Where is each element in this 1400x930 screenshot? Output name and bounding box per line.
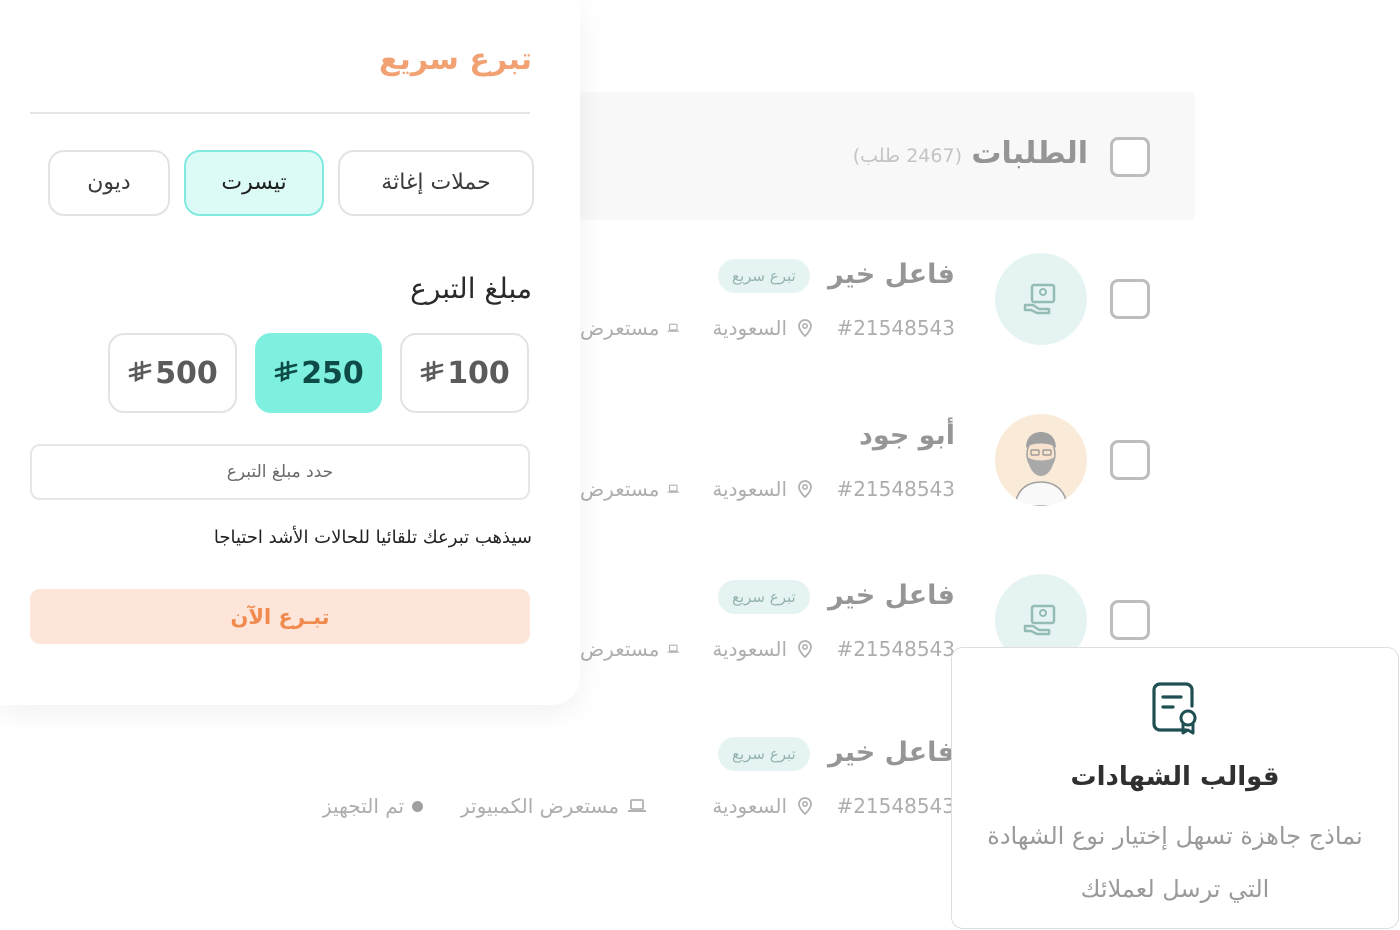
device-text: مستعرض xyxy=(580,477,660,501)
certificate-icon xyxy=(1152,682,1197,735)
request-id: #21548543 xyxy=(836,316,955,340)
device-text: مستعرض xyxy=(580,637,660,661)
request-location: السعودية xyxy=(712,313,815,343)
person-avatar xyxy=(995,414,1087,506)
category-debts[interactable]: ديون xyxy=(48,150,170,216)
certificate-templates-title: قوالب الشهادات xyxy=(1070,762,1280,792)
request-id: #21548543 xyxy=(836,637,955,661)
category-relief-campaigns[interactable]: حملات إغاثة xyxy=(338,150,534,216)
amount-500-button[interactable]: 500 xyxy=(108,333,237,413)
device-text: مستعرض الكمبيوتر xyxy=(460,794,620,818)
device-text: مستعرض xyxy=(580,316,660,340)
location-pin-icon xyxy=(798,797,812,816)
request-status: تم التجهيز xyxy=(322,791,424,821)
donate-now-button[interactable]: تبـرع الآن xyxy=(30,589,530,644)
location-text: السعودية xyxy=(712,794,787,818)
status-dot xyxy=(412,800,424,812)
request-location: السعودية xyxy=(712,634,815,664)
certificate-templates-card[interactable]: قوالب الشهادات نماذج جاهزة تسهل إختيار ن… xyxy=(951,647,1399,929)
location-text: السعودية xyxy=(712,637,787,661)
laptop-icon xyxy=(628,799,647,812)
certificate-templates-description: نماذج جاهزة تسهل إختيار نوع الشهادة التي… xyxy=(987,822,1363,903)
location-pin-icon xyxy=(798,480,812,499)
requests-title: الطلبات xyxy=(971,136,1088,171)
request-device: مستعرض xyxy=(580,313,680,343)
request-location: السعودية xyxy=(712,474,815,504)
location-pin-icon xyxy=(798,640,812,659)
request-id: #21548543 xyxy=(836,794,955,818)
quick-donation-badge: تبرع سريع xyxy=(718,737,810,771)
quick-donation-badge: تبرع سريع xyxy=(718,580,810,614)
request-device: مستعرض xyxy=(580,634,680,664)
divider xyxy=(30,112,530,114)
saudi-riyal-icon xyxy=(274,360,298,383)
amount-value: 250 xyxy=(301,355,364,391)
amount-250-button[interactable]: 250 xyxy=(255,333,382,413)
request-id: #21548543 xyxy=(836,477,955,501)
select-all-checkbox[interactable] xyxy=(1110,137,1150,177)
request-device: مستعرض xyxy=(580,474,680,504)
saudi-riyal-icon xyxy=(420,360,444,383)
amount-100-button[interactable]: 100 xyxy=(400,333,529,413)
requester-name: أبو جود xyxy=(859,420,955,451)
requester-name: فاعل خير xyxy=(827,737,955,768)
hand-donation-icon xyxy=(995,253,1087,345)
request-location: السعودية xyxy=(712,791,815,821)
row-checkbox[interactable] xyxy=(1110,279,1150,319)
quick-donation-badge: تبرع سريع xyxy=(718,259,810,293)
quick-donation-title: تبرع سريع xyxy=(378,42,532,77)
saudi-riyal-icon xyxy=(128,360,152,383)
donation-note: سيذهب تبرعك تلقائيا للحالات الأشد احتياج… xyxy=(213,527,532,548)
requester-name: فاعل خير xyxy=(827,259,955,290)
requests-count: (2467 طلب) xyxy=(852,145,962,167)
quick-donation-card: تبرع سريع حملات إغاثة تيسرت ديون مبلغ ال… xyxy=(0,0,580,705)
requester-name: فاعل خير xyxy=(827,580,955,611)
location-text: السعودية xyxy=(712,316,787,340)
location-text: السعودية xyxy=(712,477,787,501)
amount-value: 500 xyxy=(155,355,218,391)
row-checkbox[interactable] xyxy=(1110,440,1150,480)
status-text: تم التجهيز xyxy=(322,794,405,818)
laptop-icon xyxy=(668,323,680,332)
category-taysarat[interactable]: تيسرت xyxy=(184,150,324,216)
donation-amount-label: مبلغ التبرع xyxy=(410,272,532,305)
location-pin-icon xyxy=(798,319,812,338)
laptop-icon xyxy=(668,484,680,493)
row-checkbox[interactable] xyxy=(1110,600,1150,640)
amount-value: 100 xyxy=(447,355,510,391)
laptop-icon xyxy=(668,644,680,653)
custom-amount-input[interactable] xyxy=(30,444,530,500)
request-device: مستعرض الكمبيوتر xyxy=(460,791,647,821)
